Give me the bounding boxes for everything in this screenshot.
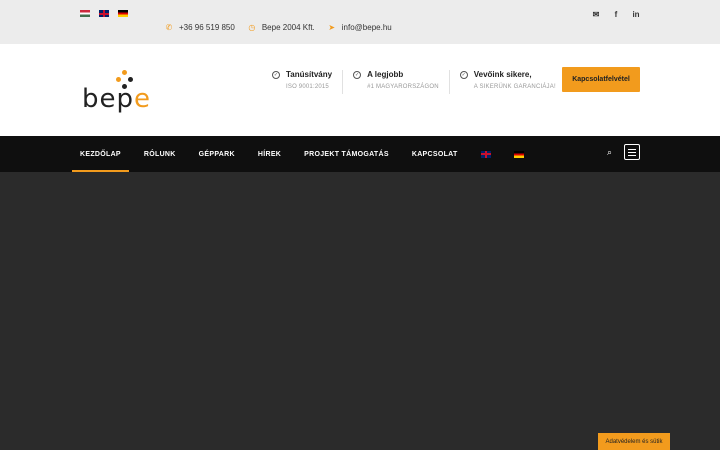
bepe-logo[interactable]: bepe (82, 68, 154, 114)
main-nav: KEZDŐLAP RÓLUNK GÉPPARK HÍREK PROJEKT TÁ… (0, 136, 720, 172)
nav-item-project-support[interactable]: PROJEKT TÁMOGATÁS (296, 136, 397, 172)
nav-item-about[interactable]: RÓLUNK (136, 136, 184, 172)
english-flag-icon (480, 150, 491, 158)
linkedin-icon[interactable]: in (632, 10, 640, 19)
contact-email[interactable]: ➤ info@bepe.hu (328, 23, 392, 32)
feature-subtitle: A SIKERÜNK GARANCIÁJA! (473, 84, 556, 90)
contact-button[interactable]: Kapcsolatfelvétel (562, 67, 640, 92)
hamburger-menu-icon[interactable] (624, 144, 640, 160)
feature-best: ✓ A legjobb #1 MAGYARORSZÁGON (353, 70, 450, 94)
feature-certificate: ✓ Tanúsítvány ISO 9001:2015 (272, 70, 344, 94)
nav-tools: ⌕ (607, 144, 640, 160)
feature-subtitle: #1 MAGYARORSZÁGON (367, 84, 439, 90)
topbar: ✆ +36 96 519 850 ◷ Bepe 2004 Kft. ➤ info… (0, 0, 720, 44)
feature-title: Vevőink sikere, (473, 70, 532, 79)
hero-area (0, 172, 720, 450)
check-circle-icon: ✓ (353, 71, 362, 79)
feature-list: ✓ Tanúsítvány ISO 9001:2015 ✓ A legjobb … (272, 70, 576, 94)
social-links: ✉ f in (592, 10, 640, 19)
location-arrow-icon: ➤ (328, 23, 336, 32)
german-flag-icon[interactable] (118, 10, 128, 17)
nav-item-contact[interactable]: KAPCSOLAT (404, 136, 466, 172)
nav-lang-de[interactable] (506, 136, 532, 172)
language-switcher (80, 10, 128, 17)
privacy-cookies-button[interactable]: Adatvédelem és sütik (598, 433, 670, 450)
feature-success: ✓ Vevőink sikere, A SIKERÜNK GARANCIÁJA! (459, 70, 566, 94)
company-text: Bepe 2004 Kft. (261, 23, 315, 32)
hungarian-flag-icon[interactable] (80, 10, 90, 17)
facebook-icon[interactable]: f (612, 10, 620, 19)
english-flag-icon[interactable] (99, 10, 109, 17)
check-circle-icon: ✓ (459, 71, 468, 79)
logo-text: bepe (82, 84, 152, 114)
contact-company: ◷ Bepe 2004 Kft. (248, 23, 315, 32)
check-circle-icon: ✓ (272, 71, 280, 79)
feature-title: Tanúsítvány (286, 70, 333, 79)
german-flag-icon (513, 150, 524, 158)
nav-item-news[interactable]: HÍREK (250, 136, 289, 172)
contact-phone[interactable]: ✆ +36 96 519 850 (165, 23, 235, 32)
envelope-icon[interactable]: ✉ (592, 10, 600, 19)
site-header: bepe ✓ Tanúsítvány ISO 9001:2015 ✓ A leg… (0, 44, 720, 136)
nav-items: KEZDŐLAP RÓLUNK GÉPPARK HÍREK PROJEKT TÁ… (72, 136, 539, 172)
search-icon[interactable]: ⌕ (607, 147, 612, 158)
nav-item-machinery[interactable]: GÉPPARK (191, 136, 243, 172)
nav-lang-en[interactable] (473, 136, 499, 172)
contact-info: ✆ +36 96 519 850 ◷ Bepe 2004 Kft. ➤ info… (165, 23, 392, 32)
feature-title: A legjobb (367, 70, 404, 79)
clock-icon: ◷ (248, 23, 256, 32)
phone-text: +36 96 519 850 (179, 23, 235, 32)
nav-item-home[interactable]: KEZDŐLAP (72, 136, 129, 172)
phone-icon: ✆ (165, 23, 173, 32)
feature-subtitle: ISO 9001:2015 (286, 84, 329, 90)
email-text: info@bepe.hu (341, 23, 392, 32)
